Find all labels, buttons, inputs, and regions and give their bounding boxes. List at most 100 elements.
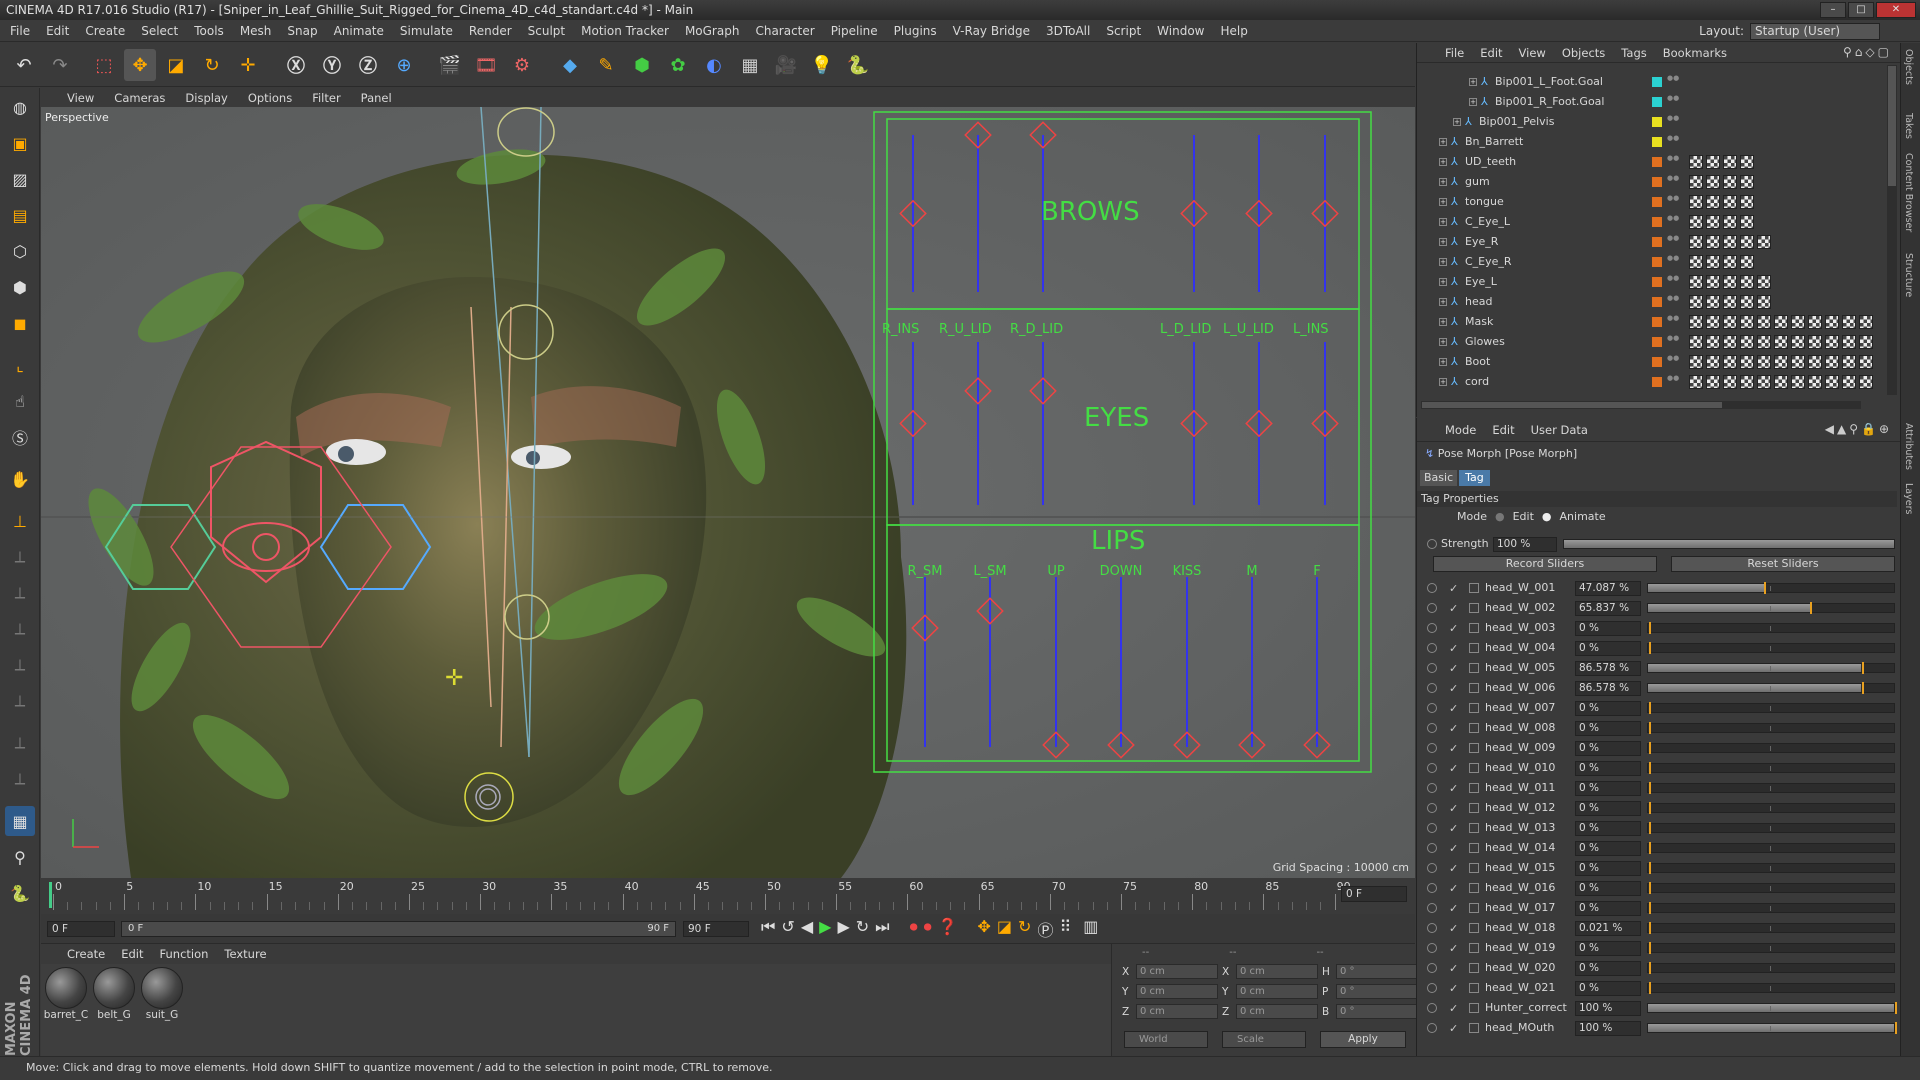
morph-slider-handle[interactable] [1649, 862, 1651, 874]
morph-slider[interactable] [1647, 883, 1895, 893]
layer-color-chip[interactable] [1652, 217, 1662, 227]
coord-field[interactable]: 0 cm [1236, 984, 1318, 999]
object-row[interactable]: + ⅄ Bip001_L_Foot.Goal ●● [1417, 72, 1887, 92]
tab-basic[interactable]: Basic [1420, 470, 1458, 486]
tag-icon[interactable] [1689, 295, 1703, 309]
viewport-menu-display[interactable]: Display [185, 91, 227, 105]
coord-field[interactable]: 0 cm [1136, 984, 1218, 999]
expand-icon[interactable]: + [1439, 338, 1447, 346]
morph-anim-icon[interactable] [1427, 583, 1437, 593]
object-menu-bookmarks[interactable]: Bookmarks [1663, 46, 1727, 60]
menu-mograph[interactable]: MoGraph [685, 24, 740, 38]
strength-anim-icon[interactable] [1427, 539, 1437, 549]
menu-snap[interactable]: Snap [287, 24, 317, 38]
tag-icon[interactable] [1740, 175, 1754, 189]
tag-icon[interactable] [1706, 275, 1720, 289]
morph-anim-icon[interactable] [1427, 923, 1437, 933]
morph-anim-icon[interactable] [1427, 983, 1437, 993]
mode-edit-radio[interactable]: ● [1495, 510, 1505, 523]
morph-value-field[interactable]: 86.578 % [1575, 681, 1641, 696]
undo-icon[interactable]: ↶ [8, 49, 40, 81]
morph-anim-icon[interactable] [1427, 943, 1437, 953]
visibility-dots-icon[interactable]: ●● [1667, 335, 1679, 349]
tag-icon[interactable] [1723, 235, 1737, 249]
side-tab-attributes[interactable]: Attributes [1903, 423, 1914, 470]
morph-slider-handle[interactable] [1895, 1022, 1897, 1034]
object-row[interactable]: + ⅄ Boot ●● [1417, 352, 1887, 372]
tag-icon[interactable] [1791, 355, 1805, 369]
side-tab-takes[interactable]: Takes [1903, 113, 1914, 139]
morph-slider[interactable] [1647, 1023, 1895, 1033]
tag-icon[interactable] [1706, 355, 1720, 369]
morph-anim-icon[interactable] [1427, 1003, 1437, 1013]
tag-icon[interactable] [1740, 335, 1754, 349]
layer-color-chip[interactable] [1652, 197, 1662, 207]
morph-checkbox-icon[interactable]: ✓ [1449, 579, 1458, 599]
tag-icon[interactable] [1740, 355, 1754, 369]
morph-slider-handle[interactable] [1649, 742, 1651, 754]
material-menu-texture[interactable]: Texture [224, 947, 266, 961]
model-mode-icon[interactable]: ▣ [5, 128, 35, 158]
tag-icon[interactable] [1706, 255, 1720, 269]
visibility-dots-icon[interactable]: ●● [1667, 295, 1679, 309]
expand-icon[interactable]: + [1469, 98, 1477, 106]
visibility-dots-icon[interactable]: ●● [1667, 375, 1679, 389]
tag-icon[interactable] [1706, 315, 1720, 329]
texture-mode-icon[interactable]: ▨ [5, 164, 35, 194]
key-scale-icon[interactable]: ◪ [997, 917, 1012, 941]
redo-icon[interactable]: ↷ [44, 49, 76, 81]
tag-icon[interactable] [1723, 195, 1737, 209]
tag-icon[interactable] [1723, 335, 1737, 349]
tag-icon[interactable] [1723, 295, 1737, 309]
attribute-nav-icons[interactable]: ◀▲⚲🔒⊕ [1825, 422, 1892, 436]
expand-icon[interactable]: + [1439, 278, 1447, 286]
object-row[interactable]: + ⅄ C_Eye_L ●● [1417, 212, 1887, 232]
tag-icon[interactable] [1723, 355, 1737, 369]
visibility-dots-icon[interactable]: ●● [1667, 135, 1679, 149]
menu-file[interactable]: File [10, 24, 30, 38]
menu-plugins[interactable]: Plugins [894, 24, 937, 38]
menu-motion-tracker[interactable]: Motion Tracker [581, 24, 669, 38]
menu-render[interactable]: Render [469, 24, 512, 38]
cmotion-icon[interactable]: ⟂ [5, 728, 35, 758]
visibility-dots-icon[interactable]: ●● [1667, 175, 1679, 189]
viewport-perspective[interactable]: ✛ Perspective BROWS EYES LIPS R_INS R_U_L… [41, 107, 1415, 878]
key-pla-icon[interactable]: ⠿ [1059, 917, 1071, 941]
mirror-tool-icon[interactable]: ⟂ [5, 650, 35, 680]
tag-icon[interactable] [1689, 215, 1703, 229]
material-barret-c[interactable]: barret_C [43, 967, 89, 1021]
morph-slider[interactable] [1647, 863, 1895, 873]
morph-value-field[interactable]: 0 % [1575, 941, 1641, 956]
visibility-dots-icon[interactable]: ●● [1667, 315, 1679, 329]
key-position-icon[interactable]: ✥ [978, 917, 991, 941]
tag-icon[interactable] [1774, 315, 1788, 329]
morph-value-field[interactable]: 65.837 % [1575, 601, 1641, 616]
tag-icon[interactable] [1723, 375, 1737, 389]
morph-checkbox-icon[interactable]: ✓ [1449, 619, 1458, 639]
morph-anim-icon[interactable] [1427, 723, 1437, 733]
object-row[interactable]: + ⅄ UD_teeth ●● [1417, 152, 1887, 172]
playhead[interactable] [49, 882, 52, 908]
visibility-dots-icon[interactable]: ●● [1667, 255, 1679, 269]
render-settings-icon[interactable]: ⚙ [506, 49, 538, 81]
tag-icon[interactable] [1842, 335, 1856, 349]
cloner-icon[interactable]: ✿ [662, 49, 694, 81]
reset-sliders-button[interactable]: Reset Sliders [1671, 556, 1895, 572]
morph-anim-icon[interactable] [1427, 1023, 1437, 1033]
attribute-menu-mode[interactable]: Mode [1445, 423, 1476, 437]
visibility-dots-icon[interactable]: ●● [1667, 155, 1679, 169]
morph-slider-handle[interactable] [1649, 882, 1651, 894]
morph-value-field[interactable]: 100 % [1575, 1001, 1641, 1016]
object-manager-nav-icons[interactable]: ⚲⌂◇▢ [1843, 45, 1892, 59]
tag-icon[interactable] [1706, 295, 1720, 309]
end-frame-field[interactable]: 90 F [683, 921, 749, 937]
tag-icon[interactable] [1740, 155, 1754, 169]
python-icon[interactable]: 🐍 [842, 49, 874, 81]
morph-checkbox-icon[interactable]: ✓ [1449, 679, 1458, 699]
morph-checkbox-icon[interactable]: ✓ [1449, 719, 1458, 739]
tag-icon[interactable] [1808, 355, 1822, 369]
tag-icon[interactable] [1757, 335, 1771, 349]
z-axis-icon[interactable]: Ⓩ [352, 49, 384, 81]
morph-anim-icon[interactable] [1427, 863, 1437, 873]
layer-color-chip[interactable] [1652, 337, 1662, 347]
